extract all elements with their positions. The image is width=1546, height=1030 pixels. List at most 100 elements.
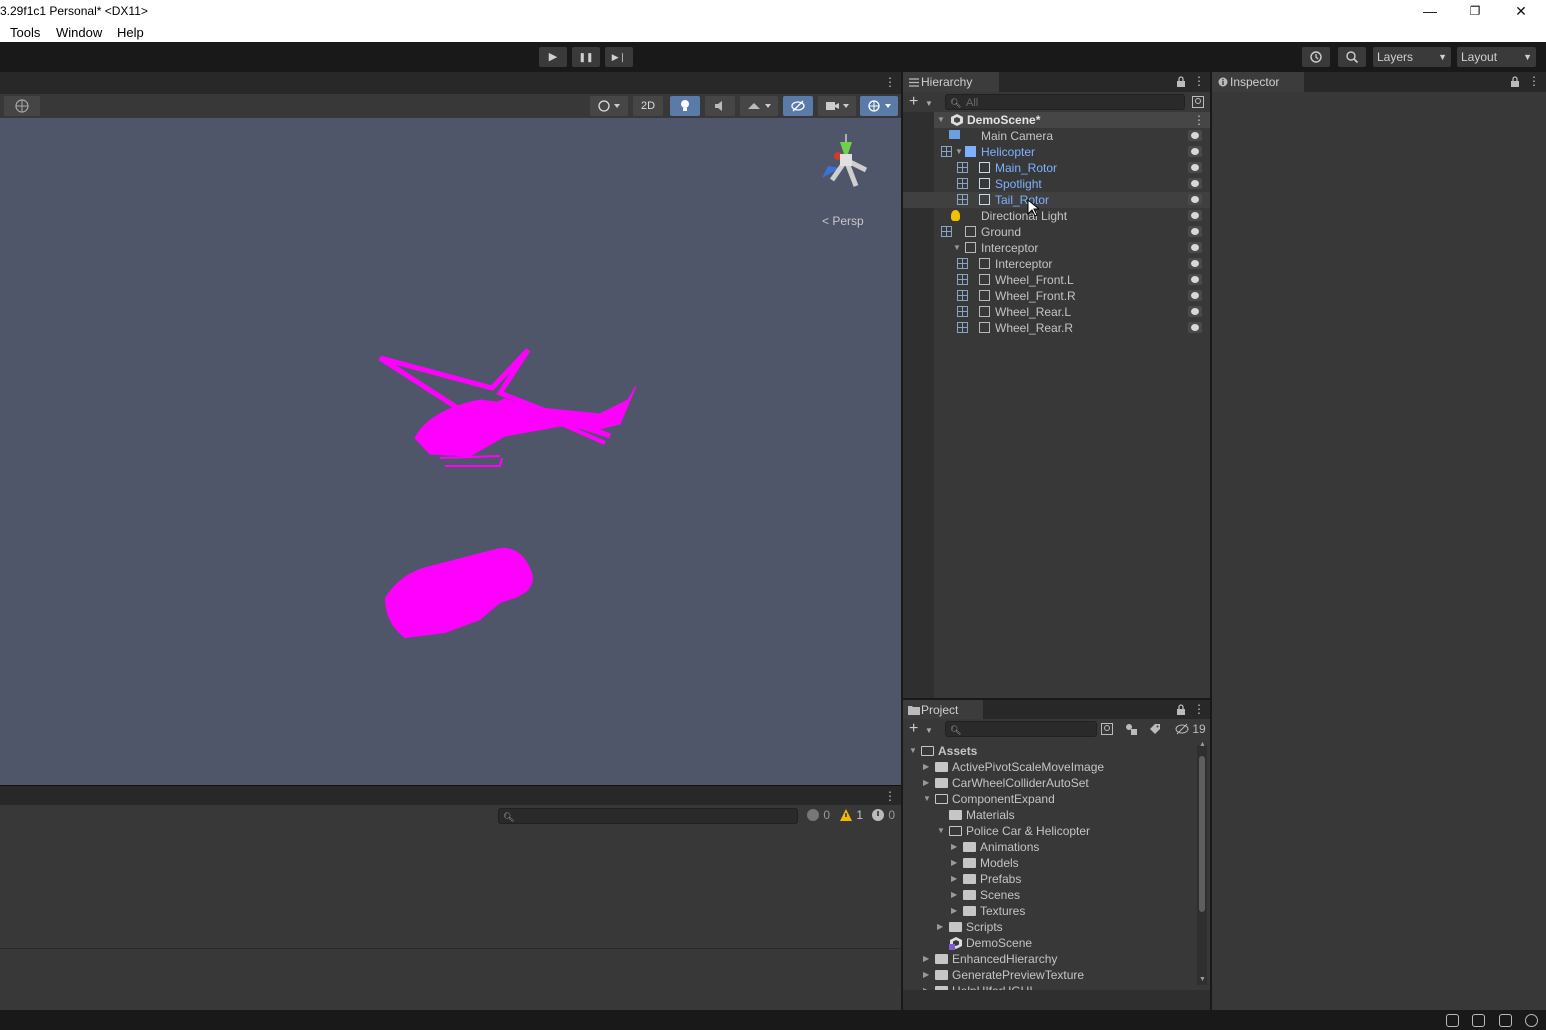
scroll-down-icon[interactable]: ▼ — [1199, 976, 1206, 983]
minimize-button[interactable]: — — [1415, 2, 1445, 20]
project-item[interactable]: ▶ Scenes — [903, 887, 1203, 903]
scene-view[interactable]: < Persp — [0, 118, 901, 785]
more-options-icon[interactable]: ⋮ — [884, 789, 896, 803]
info-count[interactable]: 0 — [806, 808, 830, 822]
visibility-eye-icon[interactable] — [1188, 258, 1202, 269]
static-grid-icon[interactable] — [941, 146, 952, 157]
static-grid-icon[interactable] — [941, 226, 952, 237]
project-item[interactable]: ▶ Animations — [903, 839, 1203, 855]
layout-dropdown[interactable]: Layout ▼ — [1457, 47, 1536, 67]
hierarchy-item[interactable]: ▼ Interceptor — [903, 240, 1210, 256]
chevron-down-icon[interactable]: ▼ — [923, 791, 931, 807]
chevron-down-icon[interactable]: ▼ — [953, 240, 961, 256]
project-item[interactable]: ▼ ComponentExpand — [903, 791, 1203, 807]
project-item[interactable]: ▶ EnhancedHierarchy — [903, 951, 1203, 967]
more-options-icon[interactable]: ⋮ — [1193, 74, 1205, 88]
menu-window[interactable]: Window — [56, 25, 102, 40]
chevron-down-icon[interactable]: ▼ — [937, 823, 945, 839]
console-log-area[interactable] — [0, 826, 901, 1010]
chevron-right-icon[interactable]: ▶ — [951, 887, 957, 903]
hierarchy-item[interactable]: Ground — [903, 224, 1210, 240]
visibility-eye-icon[interactable] — [1188, 162, 1202, 173]
toggle-2d-button[interactable]: 2D — [633, 96, 663, 116]
static-grid-icon[interactable] — [957, 290, 968, 301]
lock-icon[interactable] — [1176, 76, 1186, 87]
hierarchy-item[interactable]: Spotlight — [903, 176, 1210, 192]
more-options-icon[interactable]: ⋮ — [1193, 702, 1205, 716]
static-grid-icon[interactable] — [957, 322, 968, 333]
project-item[interactable]: ▶ GeneratePreviewTexture — [903, 967, 1203, 983]
step-button[interactable]: ▶❘ — [605, 47, 633, 67]
visibility-eye-icon[interactable] — [1188, 146, 1202, 157]
chevron-right-icon[interactable]: ▶ — [923, 759, 929, 775]
chevron-right-icon[interactable]: ▶ — [951, 855, 957, 871]
chevron-down-icon[interactable]: ▼ — [925, 94, 933, 114]
lock-icon[interactable] — [1176, 704, 1186, 715]
hierarchy-item[interactable]: Tail_Rotor — [903, 192, 1210, 208]
chevron-right-icon[interactable]: ▶ — [937, 919, 943, 935]
add-icon[interactable]: + — [909, 92, 918, 112]
filter-by-label-icon[interactable] — [1149, 723, 1161, 735]
project-item[interactable]: ▼ Assets — [903, 743, 1203, 759]
error-count[interactable]: 0 — [871, 808, 895, 822]
hierarchy-scene-row[interactable]: ▼ DemoScene* ⋮ — [903, 112, 1210, 128]
scroll-up-icon[interactable]: ▲ — [1199, 741, 1206, 748]
hierarchy-item[interactable]: Directional Light — [903, 208, 1210, 224]
layers-dropdown[interactable]: Layers ▼ — [1373, 47, 1451, 67]
tab-hierarchy[interactable]: Hierarchy — [903, 72, 999, 92]
gizmos-dropdown[interactable] — [860, 96, 898, 116]
chevron-right-icon[interactable]: ▶ — [923, 951, 929, 967]
visibility-eye-icon[interactable] — [1188, 306, 1202, 317]
console-search-input[interactable]: 🔍︎ — [498, 808, 798, 824]
chevron-down-icon[interactable]: ▼ — [909, 743, 917, 759]
add-icon[interactable]: + — [909, 719, 918, 739]
more-options-icon[interactable]: ⋮ — [1528, 74, 1540, 88]
project-item[interactable]: ▼ Police Car & Helicopter — [903, 823, 1203, 839]
hidden-packages-toggle[interactable]: 19 — [1175, 722, 1206, 736]
warning-count[interactable]: 1 — [839, 808, 863, 822]
hierarchy-search-input[interactable]: 🔍︎ All — [945, 94, 1185, 110]
chevron-right-icon[interactable]: ▶ — [951, 839, 957, 855]
static-grid-icon[interactable] — [957, 194, 968, 205]
audio-toggle-icon[interactable] — [705, 96, 735, 116]
hierarchy-item[interactable]: Wheel_Rear.L — [903, 304, 1210, 320]
hierarchy-item[interactable]: Wheel_Front.R — [903, 288, 1210, 304]
static-grid-icon[interactable] — [957, 258, 968, 269]
visibility-eye-icon[interactable] — [1188, 178, 1202, 189]
check-icon[interactable] — [1525, 1014, 1538, 1027]
chevron-right-icon[interactable]: ▶ — [923, 775, 929, 791]
chevron-down-icon[interactable]: ▼ — [925, 721, 933, 741]
hierarchy-item[interactable]: Main Camera — [903, 128, 1210, 144]
visibility-eye-icon[interactable] — [1188, 130, 1202, 141]
close-button[interactable]: ✕ — [1506, 2, 1536, 20]
project-search-input[interactable]: 🔍︎ — [945, 721, 1097, 737]
project-scrollbar-thumb[interactable] — [1199, 756, 1205, 912]
project-item[interactable]: ▶ Models — [903, 855, 1203, 871]
project-item[interactable]: ▶ CarWheelColliderAutoSet — [903, 775, 1203, 791]
visibility-eye-icon[interactable] — [1188, 322, 1202, 333]
scene-search-icon[interactable] — [1101, 723, 1113, 735]
project-item[interactable]: ▶ ActivePivotScaleMoveImage — [903, 759, 1203, 775]
visibility-eye-icon[interactable] — [1188, 194, 1202, 205]
debug-icon[interactable] — [1446, 1014, 1459, 1027]
static-grid-icon[interactable] — [957, 178, 968, 189]
chevron-down-icon[interactable]: ▼ — [955, 144, 963, 160]
visibility-eye-icon[interactable] — [1188, 290, 1202, 301]
visibility-eye-icon[interactable] — [1188, 242, 1202, 253]
static-grid-icon[interactable] — [957, 306, 968, 317]
chevron-down-icon[interactable]: ▼ — [937, 112, 945, 128]
project-item[interactable]: ▶ Prefabs — [903, 871, 1203, 887]
menu-help[interactable]: Help — [117, 25, 144, 40]
play-button[interactable]: ▶ — [539, 47, 567, 67]
visibility-eye-icon[interactable] — [1188, 210, 1202, 221]
persp-label[interactable]: < Persp — [822, 214, 864, 228]
collab-icon[interactable] — [1472, 1014, 1485, 1027]
history-icon[interactable] — [1302, 47, 1330, 67]
tab-inspector[interactable]: Inspector — [1212, 72, 1304, 92]
cloud-icon[interactable] — [1499, 1014, 1512, 1027]
menu-tools[interactable]: Tools — [10, 25, 40, 40]
project-item[interactable]: Materials — [903, 807, 1203, 823]
lighting-toggle-icon[interactable] — [670, 96, 700, 116]
scene-search-icon[interactable] — [1192, 96, 1204, 108]
visibility-eye-icon[interactable] — [1188, 226, 1202, 237]
